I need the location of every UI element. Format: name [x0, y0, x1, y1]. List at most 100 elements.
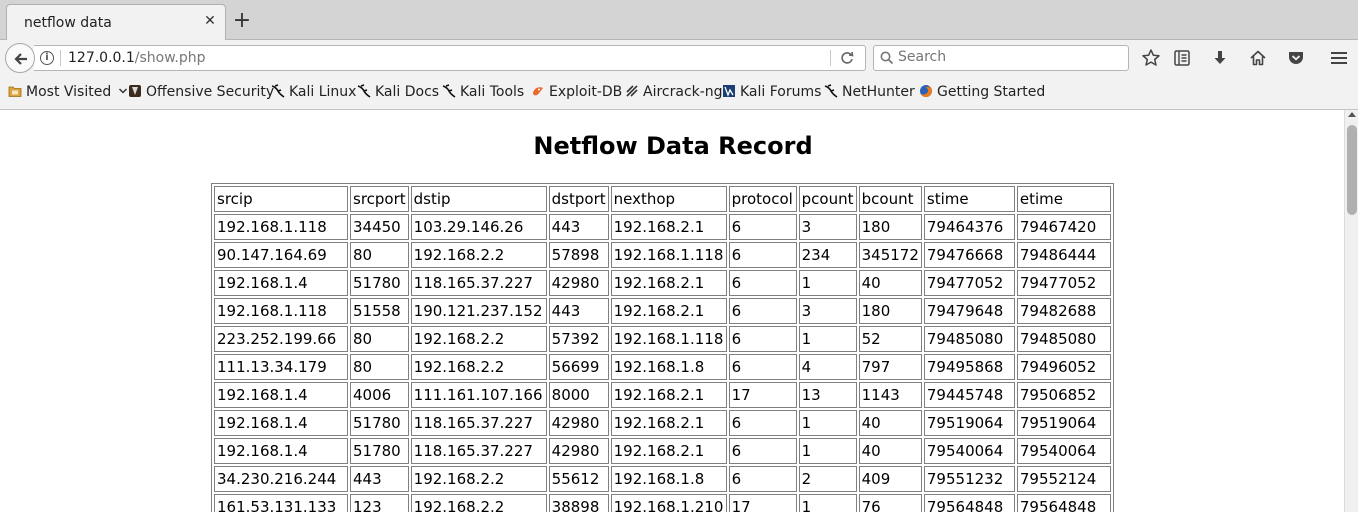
- table-cell-nexthop: 192.168.1.118: [610, 326, 727, 352]
- table-cell-dstport: 443: [548, 214, 609, 240]
- table-cell-srcip: 111.13.34.179: [214, 354, 348, 380]
- table-cell-dstip: 118.165.37.227: [410, 270, 547, 296]
- table-cell-nexthop: 192.168.2.1: [610, 438, 727, 464]
- table-cell-nexthop: 192.168.1.118: [610, 242, 727, 268]
- column-header: protocol: [728, 186, 797, 212]
- table-cell-bcount: 797: [858, 354, 922, 380]
- bookmark-label: Kali Linux: [289, 84, 357, 100]
- table-cell-stime: 79464376: [923, 214, 1015, 240]
- table-cell-srcport: 123: [350, 494, 409, 512]
- table-cell-nexthop: 192.168.1.8: [610, 354, 727, 380]
- table-header-row: srcip srcport dstip dstport nexthop protocol p…: [214, 186, 1111, 212]
- tab-strip: netflow data ✕ +: [0, 0, 1358, 41]
- table-cell-dstport: 443: [548, 298, 609, 324]
- url-bar[interactable]: i 127.0.0.1/show.php: [34, 45, 866, 71]
- offsec-icon: [129, 85, 141, 97]
- new-tab-plus-icon[interactable]: +: [232, 10, 252, 32]
- table-cell-bcount: 40: [858, 270, 922, 296]
- bookmark-exploit-db[interactable]: Exploit-DB: [531, 84, 622, 102]
- table-cell-srcip: 192.168.1.4: [214, 270, 348, 296]
- bookmark-getting-started[interactable]: Getting Started: [919, 84, 1045, 102]
- home-icon[interactable]: [1248, 48, 1268, 68]
- vertical-scrollbar[interactable]: [1344, 110, 1358, 512]
- table-cell-bcount: 409: [858, 466, 922, 492]
- column-header: stime: [923, 186, 1015, 212]
- bookmark-label: Exploit-DB: [549, 84, 623, 100]
- table-row: 192.168.1.4 51780 118.165.37.227 42980 192.1…: [214, 410, 1111, 436]
- table-cell-protocol: 6: [728, 438, 797, 464]
- bookmark-offensive-security[interactable]: Offensive Security: [128, 84, 274, 102]
- table-cell-dstport: 42980: [548, 270, 609, 296]
- info-icon[interactable]: i: [40, 51, 54, 65]
- table-cell-pcount: 13: [798, 382, 857, 408]
- table-row: 34.230.216.244 443 192.168.2.2 55612 192.168…: [214, 466, 1111, 492]
- bookmark-aircrack-ng[interactable]: Aircrack-ng: [625, 84, 723, 102]
- table-cell-protocol: 6: [728, 410, 797, 436]
- table-cell-protocol: 6: [728, 354, 797, 380]
- table-cell-bcount: 180: [858, 214, 922, 240]
- bookmark-label: Offensive Security: [146, 84, 275, 100]
- table-cell-etime: 79482688: [1016, 298, 1111, 324]
- bookmark-label: Getting Started: [937, 84, 1046, 100]
- table-cell-srcport: 51780: [350, 438, 409, 464]
- table-cell-bcount: 180: [858, 298, 922, 324]
- table-cell-stime: 79479648: [923, 298, 1015, 324]
- table-cell-etime: 79519064: [1016, 410, 1111, 436]
- table-cell-etime: 79564848: [1016, 494, 1111, 512]
- table-cell-srcip: 90.147.164.69: [214, 242, 348, 268]
- bookmark-kali-tools[interactable]: Kali Tools: [442, 84, 524, 102]
- page-title: Netflow Data Record: [533, 132, 813, 160]
- bookmark-kali-docs[interactable]: Kali Docs: [357, 84, 439, 102]
- table-cell-dstip: 103.29.146.26: [410, 214, 547, 240]
- scroll-up-arrow-icon[interactable]: [1348, 112, 1356, 117]
- table-cell-srcip: 192.168.1.118: [214, 298, 348, 324]
- table-cell-dstip: 118.165.37.227: [410, 438, 547, 464]
- tab-netflow-data[interactable]: netflow data ✕: [6, 4, 226, 41]
- table-cell-pcount: 1: [798, 326, 857, 352]
- close-icon[interactable]: ✕: [203, 14, 217, 28]
- bookmark-label: Kali Tools: [460, 84, 525, 100]
- firefox-icon: [920, 85, 932, 97]
- table-cell-nexthop: 192.168.1.8: [610, 466, 727, 492]
- kali-dragon-icon: [824, 84, 838, 98]
- search-input[interactable]: [898, 49, 1118, 65]
- reading-list-icon[interactable]: [1172, 48, 1192, 68]
- pocket-icon[interactable]: [1286, 48, 1306, 68]
- table-cell-srcport: 51780: [350, 410, 409, 436]
- table-cell-dstport: 56699: [548, 354, 609, 380]
- table-cell-protocol: 17: [728, 494, 797, 512]
- table-cell-dstport: 42980: [548, 410, 609, 436]
- column-header: dstport: [548, 186, 609, 212]
- table-cell-stime: 79540064: [923, 438, 1015, 464]
- table-row: 223.252.199.66 80 192.168.2.2 57392 192.168.…: [214, 326, 1111, 352]
- column-header: nexthop: [610, 186, 727, 212]
- column-header: etime: [1016, 186, 1111, 212]
- table-cell-dstip: 192.168.2.2: [410, 354, 547, 380]
- search-box[interactable]: [873, 45, 1129, 71]
- back-button[interactable]: [5, 43, 35, 73]
- table-cell-bcount: 345172: [858, 242, 922, 268]
- bookmark-kali-linux[interactable]: Kali Linux: [271, 84, 356, 102]
- table-cell-srcport: 4006: [350, 382, 409, 408]
- page-content: Netflow Data Record srcip srcport dstip dst…: [0, 110, 1344, 512]
- reload-icon[interactable]: [839, 50, 855, 66]
- table-cell-stime: 79445748: [923, 382, 1015, 408]
- bookmark-star-icon[interactable]: [1141, 48, 1161, 68]
- table-cell-protocol: 6: [728, 270, 797, 296]
- column-header: pcount: [798, 186, 857, 212]
- bookmark-nethunter[interactable]: NetHunter: [824, 84, 915, 102]
- table-cell-srcip: 192.168.1.4: [214, 382, 348, 408]
- table-cell-protocol: 6: [728, 466, 797, 492]
- table-cell-srcip: 161.53.131.133: [214, 494, 348, 512]
- table-cell-bcount: 76: [858, 494, 922, 512]
- table-cell-nexthop: 192.168.2.1: [610, 270, 727, 296]
- bookmark-kali-forums[interactable]: Kali Forums: [722, 84, 821, 102]
- scrollbar-thumb[interactable]: [1347, 125, 1357, 215]
- table-cell-pcount: 3: [798, 298, 857, 324]
- hamburger-menu-icon[interactable]: [1329, 48, 1349, 68]
- bookmark-most-visited[interactable]: Most Visited: [8, 84, 128, 102]
- url-text[interactable]: 127.0.0.1/show.php: [68, 50, 206, 66]
- download-icon[interactable]: [1210, 48, 1230, 68]
- table-cell-srcport: 34450: [350, 214, 409, 240]
- netflow-table: srcip srcport dstip dstport nexthop protocol p…: [211, 183, 1114, 512]
